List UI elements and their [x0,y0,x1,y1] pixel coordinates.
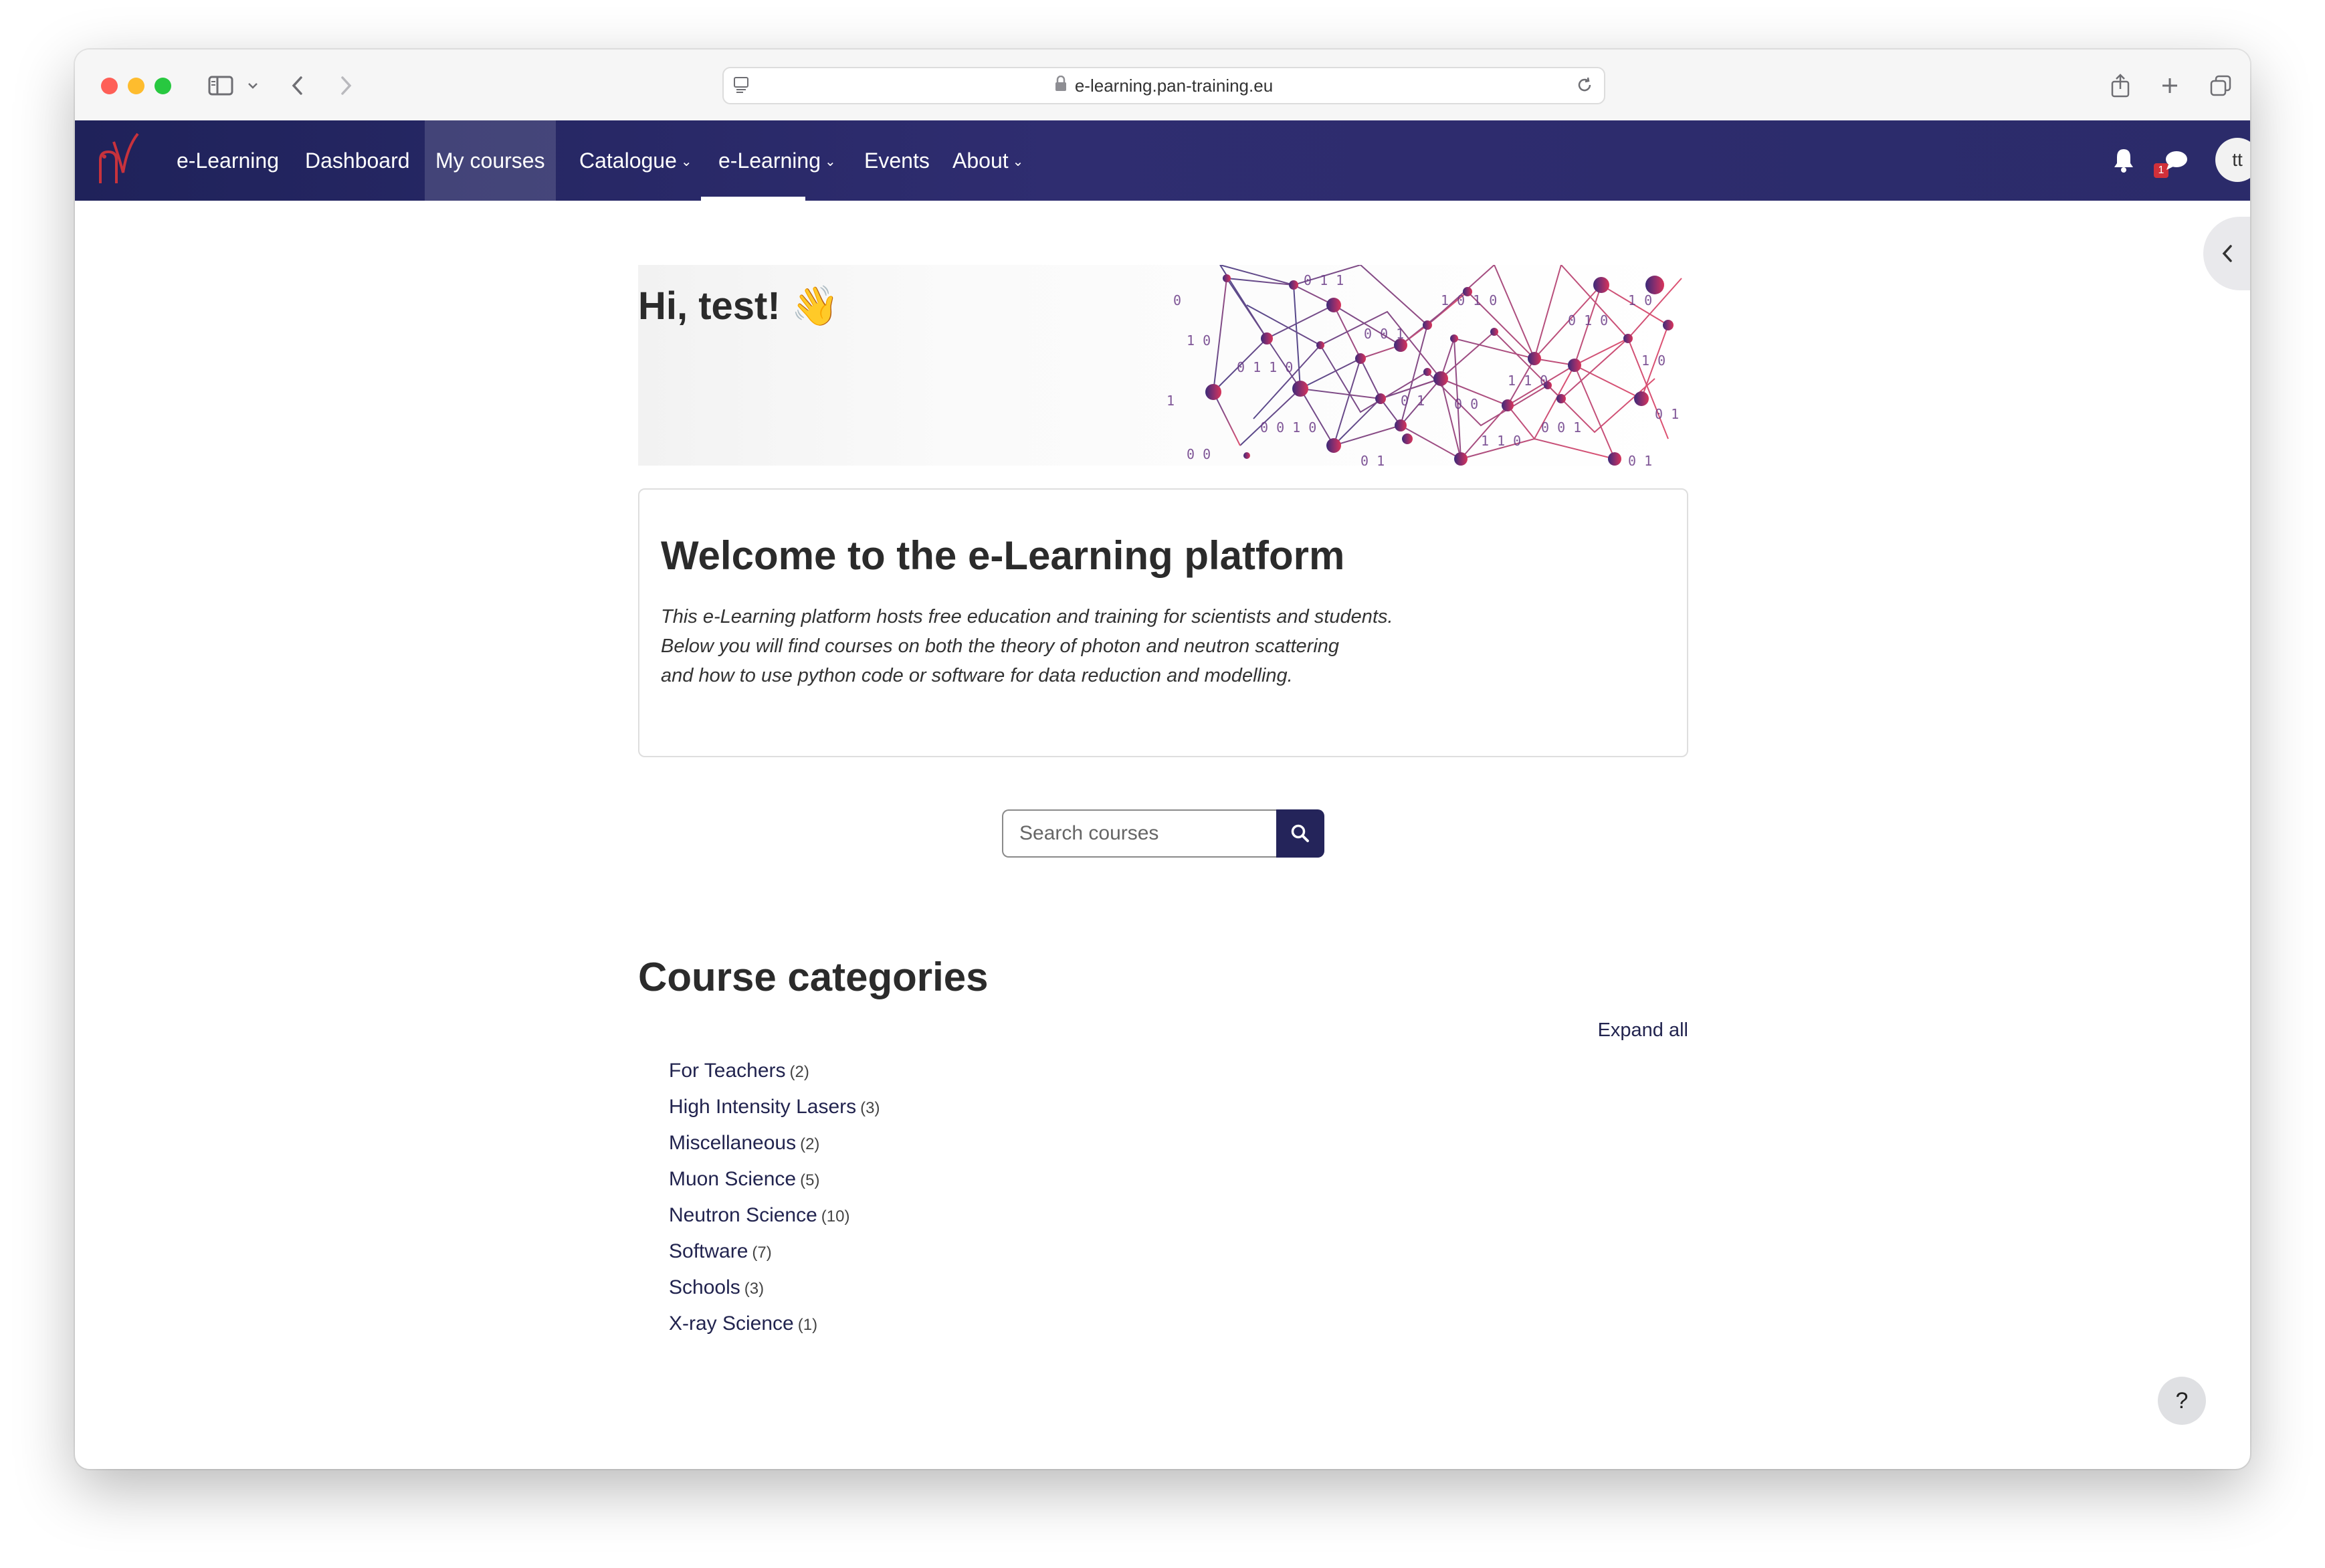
chevron-down-icon[interactable] [246,70,260,102]
drawer-toggle-button[interactable] [2203,217,2250,290]
search-courses-input[interactable] [1002,809,1276,858]
forward-arrow-icon[interactable] [336,70,356,102]
share-icon[interactable] [2108,70,2132,102]
welcome-line: This e-Learning platform hosts free educ… [661,606,1393,627]
list-item: High Intensity Lasers (3) [669,1089,880,1125]
category-count: (7) [752,1244,772,1262]
address-bar[interactable]: e-learning.pan-training.eu [722,67,1605,104]
svg-text:0 1: 0 1 [1401,393,1425,409]
back-arrow-icon[interactable] [288,70,308,102]
svg-text:0 1: 0 1 [1628,453,1652,466]
list-item: For Teachers (2) [669,1053,880,1089]
svg-text:1 0: 1 0 [1641,353,1665,369]
category-link[interactable]: High Intensity Lasers [669,1096,856,1118]
messages-icon[interactable] [2164,150,2189,175]
category-link[interactable]: Schools [669,1276,740,1298]
reader-icon[interactable] [733,76,749,98]
course-categories-heading: Course categories [638,955,989,999]
nav-e-learning-label: e-Learning [718,149,821,173]
welcome-description: This e-Learning platform hosts free educ… [661,602,1393,690]
browser-toolbar: e-learning.pan-training.eu [75,50,2250,121]
list-item: Muon Science (5) [669,1161,880,1197]
nav-catalogue[interactable]: Catalogue ⌄ [570,120,702,201]
list-item: X-ray Science (1) [669,1306,880,1342]
help-button[interactable]: ? [2158,1377,2206,1425]
tab-overview-icon[interactable] [2207,70,2234,102]
chevron-down-icon: ⌄ [680,155,692,169]
category-link[interactable]: Miscellaneous [669,1132,796,1154]
nav-about[interactable]: About ⌄ [943,120,1033,201]
category-count: (3) [744,1280,765,1298]
course-search [1002,809,1324,858]
new-tab-icon[interactable] [2158,70,2182,102]
expand-all-link[interactable]: Expand all [1593,1019,1688,1042]
site-logo[interactable] [94,130,140,193]
svg-text:0 0 1 0: 0 0 1 0 [1260,419,1316,435]
category-count: (3) [860,1099,880,1117]
svg-text:0 0 1: 0 0 1 [1364,326,1404,342]
category-link[interactable]: Software [669,1240,748,1262]
chevron-down-icon: ⌄ [1012,155,1024,169]
svg-text:1 1 0: 1 1 0 [1481,433,1521,449]
category-list: For Teachers (2) High Intensity Lasers (3)… [669,1053,880,1342]
svg-text:0 0: 0 0 [1454,396,1478,412]
svg-text:0 0 1: 0 0 1 [1541,419,1581,435]
search-icon [1291,824,1309,842]
category-link[interactable]: For Teachers [669,1060,786,1082]
greeting-heading: Hi, test! 👋 [638,284,840,328]
category-link[interactable]: Neutron Science [669,1204,817,1226]
sidebar-toggle-icon[interactable] [206,70,235,102]
nav-e-learning-home[interactable]: e-Learning [167,120,288,201]
network-illustration: 1 001 0 00 1 1 00 1 1 0 0 11 0 1 01 1 0 … [1167,265,1682,466]
reload-icon[interactable] [1576,76,1593,98]
welcome-line: and how to use python code or software f… [661,665,1293,686]
category-link[interactable]: Muon Science [669,1168,796,1190]
list-item: Neutron Science (10) [669,1197,880,1234]
lock-icon [1055,75,1067,96]
nav-events[interactable]: Events [855,120,939,201]
category-count: (1) [797,1316,818,1334]
zoom-window-button[interactable] [155,78,171,94]
search-button[interactable] [1276,809,1324,858]
welcome-card: Welcome to the e-Learning platform This … [638,488,1688,757]
svg-text:0: 0 [1173,292,1181,308]
list-item: Software (7) [669,1234,880,1270]
svg-text:0 1 0: 0 1 0 [1568,312,1608,328]
list-item: Schools (3) [669,1270,880,1306]
category-count: (10) [821,1207,850,1226]
svg-text:1 0: 1 0 [1187,332,1211,349]
svg-text:0 1 1: 0 1 1 [1304,272,1344,288]
hero-banner: Hi, test! 👋 1 0 0 1 0 0 0 1 1 0 0 1 1 0 … [638,265,1688,466]
category-count: (2) [800,1135,820,1153]
svg-text:1 1 0: 1 1 0 [1508,373,1548,389]
nav-e-learning[interactable]: e-Learning ⌄ [709,120,845,201]
minimize-window-button[interactable] [128,78,144,94]
svg-text:0 0: 0 0 [1187,446,1211,462]
list-item: Miscellaneous (2) [669,1125,880,1161]
category-count: (5) [800,1171,820,1189]
svg-text:1 0: 1 0 [1628,292,1652,308]
svg-text:1 0 1 0: 1 0 1 0 [1441,292,1497,308]
welcome-heading: Welcome to the e-Learning platform [661,533,1345,578]
nav-dashboard[interactable]: Dashboard [296,120,419,201]
svg-text:0 1: 0 1 [1655,406,1679,422]
category-count: (2) [789,1063,809,1081]
category-link[interactable]: X-ray Science [669,1312,794,1335]
svg-text:0 1 1 0: 0 1 1 0 [1237,359,1293,375]
active-nav-indicator [701,197,805,201]
svg-text:0 1: 0 1 [1360,453,1385,466]
browser-window: e-learning.pan-training.eu e-Learning Da… [75,50,2250,1469]
chevron-left-icon [2222,245,2232,262]
close-window-button[interactable] [101,78,118,94]
bell-icon[interactable] [2112,147,2135,176]
url-text: e-learning.pan-training.eu [1074,75,1274,96]
chevron-down-icon: ⌄ [825,155,836,169]
nav-about-label: About [952,149,1009,173]
svg-text:1: 1 [1167,393,1175,409]
nav-my-courses[interactable]: My courses [425,120,556,201]
welcome-line: Below you will find courses on both the … [661,635,1340,657]
nav-catalogue-label: Catalogue [579,149,677,173]
